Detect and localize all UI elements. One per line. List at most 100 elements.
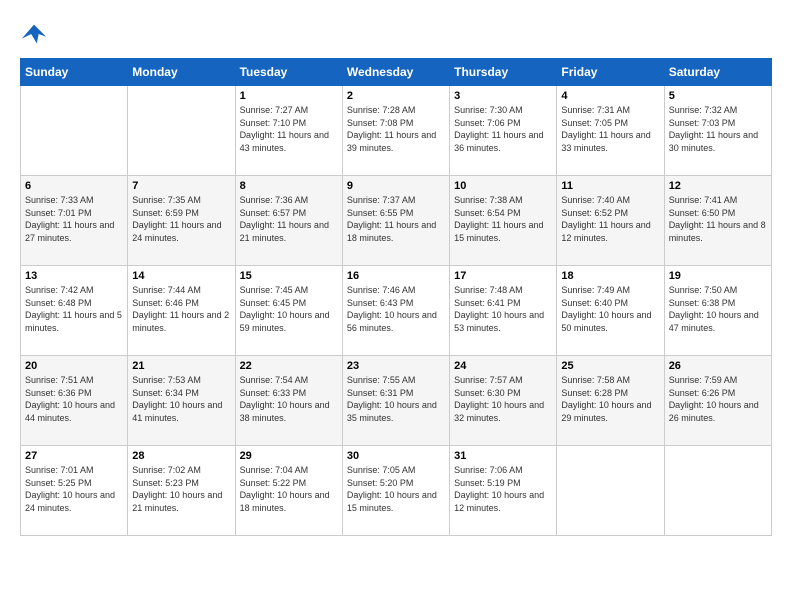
day-info: Sunrise: 7:46 AM Sunset: 6:43 PM Dayligh…	[347, 284, 445, 334]
day-number: 28	[132, 450, 230, 462]
calendar-week-row: 20 Sunrise: 7:51 AM Sunset: 6:36 PM Dayli…	[21, 356, 772, 446]
calendar-cell	[664, 446, 771, 536]
calendar-cell: 7 Sunrise: 7:35 AM Sunset: 6:59 PM Daylig…	[128, 176, 235, 266]
calendar-cell: 14 Sunrise: 7:44 AM Sunset: 6:46 PM Dayli…	[128, 266, 235, 356]
day-number: 2	[347, 90, 445, 102]
day-number: 11	[561, 180, 659, 192]
day-number: 13	[25, 270, 123, 282]
day-number: 27	[25, 450, 123, 462]
day-number: 18	[561, 270, 659, 282]
day-info: Sunrise: 7:42 AM Sunset: 6:48 PM Dayligh…	[25, 284, 123, 334]
calendar-cell: 5 Sunrise: 7:32 AM Sunset: 7:03 PM Daylig…	[664, 86, 771, 176]
day-number: 20	[25, 360, 123, 372]
day-number: 1	[240, 90, 338, 102]
calendar-cell: 28 Sunrise: 7:02 AM Sunset: 5:23 PM Dayli…	[128, 446, 235, 536]
calendar-cell: 11 Sunrise: 7:40 AM Sunset: 6:52 PM Dayli…	[557, 176, 664, 266]
calendar-week-row: 6Sunrise: 7:33 AM Sunset: 7:01 PM Daylig…	[21, 176, 772, 266]
weekday-header: Friday	[557, 59, 664, 86]
weekday-header: Wednesday	[342, 59, 449, 86]
calendar-cell: 23 Sunrise: 7:55 AM Sunset: 6:31 PM Dayli…	[342, 356, 449, 446]
day-number: 9	[347, 180, 445, 192]
day-number: 14	[132, 270, 230, 282]
day-number: 4	[561, 90, 659, 102]
page-header	[20, 20, 772, 48]
calendar-cell: 2 Sunrise: 7:28 AM Sunset: 7:08 PM Daylig…	[342, 86, 449, 176]
day-info: Sunrise: 7:35 AM Sunset: 6:59 PM Dayligh…	[132, 194, 230, 244]
day-number: 31	[454, 450, 552, 462]
calendar-cell: 22 Sunrise: 7:54 AM Sunset: 6:33 PM Dayli…	[235, 356, 342, 446]
logo	[20, 20, 52, 48]
day-info: Sunrise: 7:06 AM Sunset: 5:19 PM Dayligh…	[454, 464, 552, 514]
day-info: Sunrise: 7:49 AM Sunset: 6:40 PM Dayligh…	[561, 284, 659, 334]
day-info: Sunrise: 7:59 AM Sunset: 6:26 PM Dayligh…	[669, 374, 767, 424]
day-number: 24	[454, 360, 552, 372]
day-number: 21	[132, 360, 230, 372]
calendar-cell: 26 Sunrise: 7:59 AM Sunset: 6:26 PM Dayli…	[664, 356, 771, 446]
day-info: Sunrise: 7:36 AM Sunset: 6:57 PM Dayligh…	[240, 194, 338, 244]
day-info: Sunrise: 7:32 AM Sunset: 7:03 PM Dayligh…	[669, 104, 767, 154]
calendar-week-row: 27Sunrise: 7:01 AM Sunset: 5:25 PM Dayli…	[21, 446, 772, 536]
calendar-cell: 3 Sunrise: 7:30 AM Sunset: 7:06 PM Daylig…	[450, 86, 557, 176]
calendar-cell: 30Sunrise: 7:05 AM Sunset: 5:20 PM Dayli…	[342, 446, 449, 536]
day-info: Sunrise: 7:27 AM Sunset: 7:10 PM Dayligh…	[240, 104, 338, 154]
calendar-cell: 1 Sunrise: 7:27 AM Sunset: 7:10 PM Daylig…	[235, 86, 342, 176]
calendar-cell	[21, 86, 128, 176]
day-info: Sunrise: 7:45 AM Sunset: 6:45 PM Dayligh…	[240, 284, 338, 334]
day-info: Sunrise: 7:51 AM Sunset: 6:36 PM Dayligh…	[25, 374, 123, 424]
weekday-header: Thursday	[450, 59, 557, 86]
day-info: Sunrise: 7:37 AM Sunset: 6:55 PM Dayligh…	[347, 194, 445, 244]
day-info: Sunrise: 7:55 AM Sunset: 6:31 PM Dayligh…	[347, 374, 445, 424]
calendar-body: 1 Sunrise: 7:27 AM Sunset: 7:10 PM Daylig…	[21, 86, 772, 536]
calendar-cell: 21Sunrise: 7:53 AM Sunset: 6:34 PM Dayli…	[128, 356, 235, 446]
calendar-cell: 8 Sunrise: 7:36 AM Sunset: 6:57 PM Daylig…	[235, 176, 342, 266]
calendar-cell	[557, 446, 664, 536]
calendar-cell: 17 Sunrise: 7:48 AM Sunset: 6:41 PM Dayli…	[450, 266, 557, 356]
day-info: Sunrise: 7:30 AM Sunset: 7:06 PM Dayligh…	[454, 104, 552, 154]
day-info: Sunrise: 7:41 AM Sunset: 6:50 PM Dayligh…	[669, 194, 767, 244]
calendar-cell	[128, 86, 235, 176]
weekday-header: Tuesday	[235, 59, 342, 86]
logo-icon	[20, 20, 48, 48]
day-number: 16	[347, 270, 445, 282]
weekday-row: SundayMondayTuesdayWednesdayThursdayFrid…	[21, 59, 772, 86]
day-number: 17	[454, 270, 552, 282]
calendar-cell: 25 Sunrise: 7:58 AM Sunset: 6:28 PM Dayli…	[557, 356, 664, 446]
day-number: 25	[561, 360, 659, 372]
calendar-week-row: 13 Sunrise: 7:42 AM Sunset: 6:48 PM Dayli…	[21, 266, 772, 356]
weekday-header: Sunday	[21, 59, 128, 86]
day-number: 23	[347, 360, 445, 372]
calendar-table: SundayMondayTuesdayWednesdayThursdayFrid…	[20, 58, 772, 536]
calendar-cell: 10Sunrise: 7:38 AM Sunset: 6:54 PM Dayli…	[450, 176, 557, 266]
calendar-cell: 19 Sunrise: 7:50 AM Sunset: 6:38 PM Dayli…	[664, 266, 771, 356]
calendar-cell: 6Sunrise: 7:33 AM Sunset: 7:01 PM Daylig…	[21, 176, 128, 266]
day-info: Sunrise: 7:40 AM Sunset: 6:52 PM Dayligh…	[561, 194, 659, 244]
calendar-cell: 31 Sunrise: 7:06 AM Sunset: 5:19 PM Dayli…	[450, 446, 557, 536]
calendar-cell: 16 Sunrise: 7:46 AM Sunset: 6:43 PM Dayli…	[342, 266, 449, 356]
day-info: Sunrise: 7:28 AM Sunset: 7:08 PM Dayligh…	[347, 104, 445, 154]
day-number: 3	[454, 90, 552, 102]
calendar-week-row: 1 Sunrise: 7:27 AM Sunset: 7:10 PM Daylig…	[21, 86, 772, 176]
day-number: 5	[669, 90, 767, 102]
day-info: Sunrise: 7:04 AM Sunset: 5:22 PM Dayligh…	[240, 464, 338, 514]
day-info: Sunrise: 7:57 AM Sunset: 6:30 PM Dayligh…	[454, 374, 552, 424]
day-info: Sunrise: 7:50 AM Sunset: 6:38 PM Dayligh…	[669, 284, 767, 334]
calendar-header: SundayMondayTuesdayWednesdayThursdayFrid…	[21, 59, 772, 86]
calendar-cell: 9 Sunrise: 7:37 AM Sunset: 6:55 PM Daylig…	[342, 176, 449, 266]
day-number: 15	[240, 270, 338, 282]
calendar-cell: 20 Sunrise: 7:51 AM Sunset: 6:36 PM Dayli…	[21, 356, 128, 446]
calendar-cell: 24 Sunrise: 7:57 AM Sunset: 6:30 PM Dayli…	[450, 356, 557, 446]
day-number: 22	[240, 360, 338, 372]
day-info: Sunrise: 7:38 AM Sunset: 6:54 PM Dayligh…	[454, 194, 552, 244]
day-number: 26	[669, 360, 767, 372]
day-info: Sunrise: 7:48 AM Sunset: 6:41 PM Dayligh…	[454, 284, 552, 334]
day-number: 19	[669, 270, 767, 282]
day-info: Sunrise: 7:58 AM Sunset: 6:28 PM Dayligh…	[561, 374, 659, 424]
day-number: 30	[347, 450, 445, 462]
day-info: Sunrise: 7:44 AM Sunset: 6:46 PM Dayligh…	[132, 284, 230, 334]
day-info: Sunrise: 7:02 AM Sunset: 5:23 PM Dayligh…	[132, 464, 230, 514]
day-number: 8	[240, 180, 338, 192]
day-number: 7	[132, 180, 230, 192]
day-info: Sunrise: 7:54 AM Sunset: 6:33 PM Dayligh…	[240, 374, 338, 424]
day-number: 12	[669, 180, 767, 192]
calendar-cell: 27Sunrise: 7:01 AM Sunset: 5:25 PM Dayli…	[21, 446, 128, 536]
